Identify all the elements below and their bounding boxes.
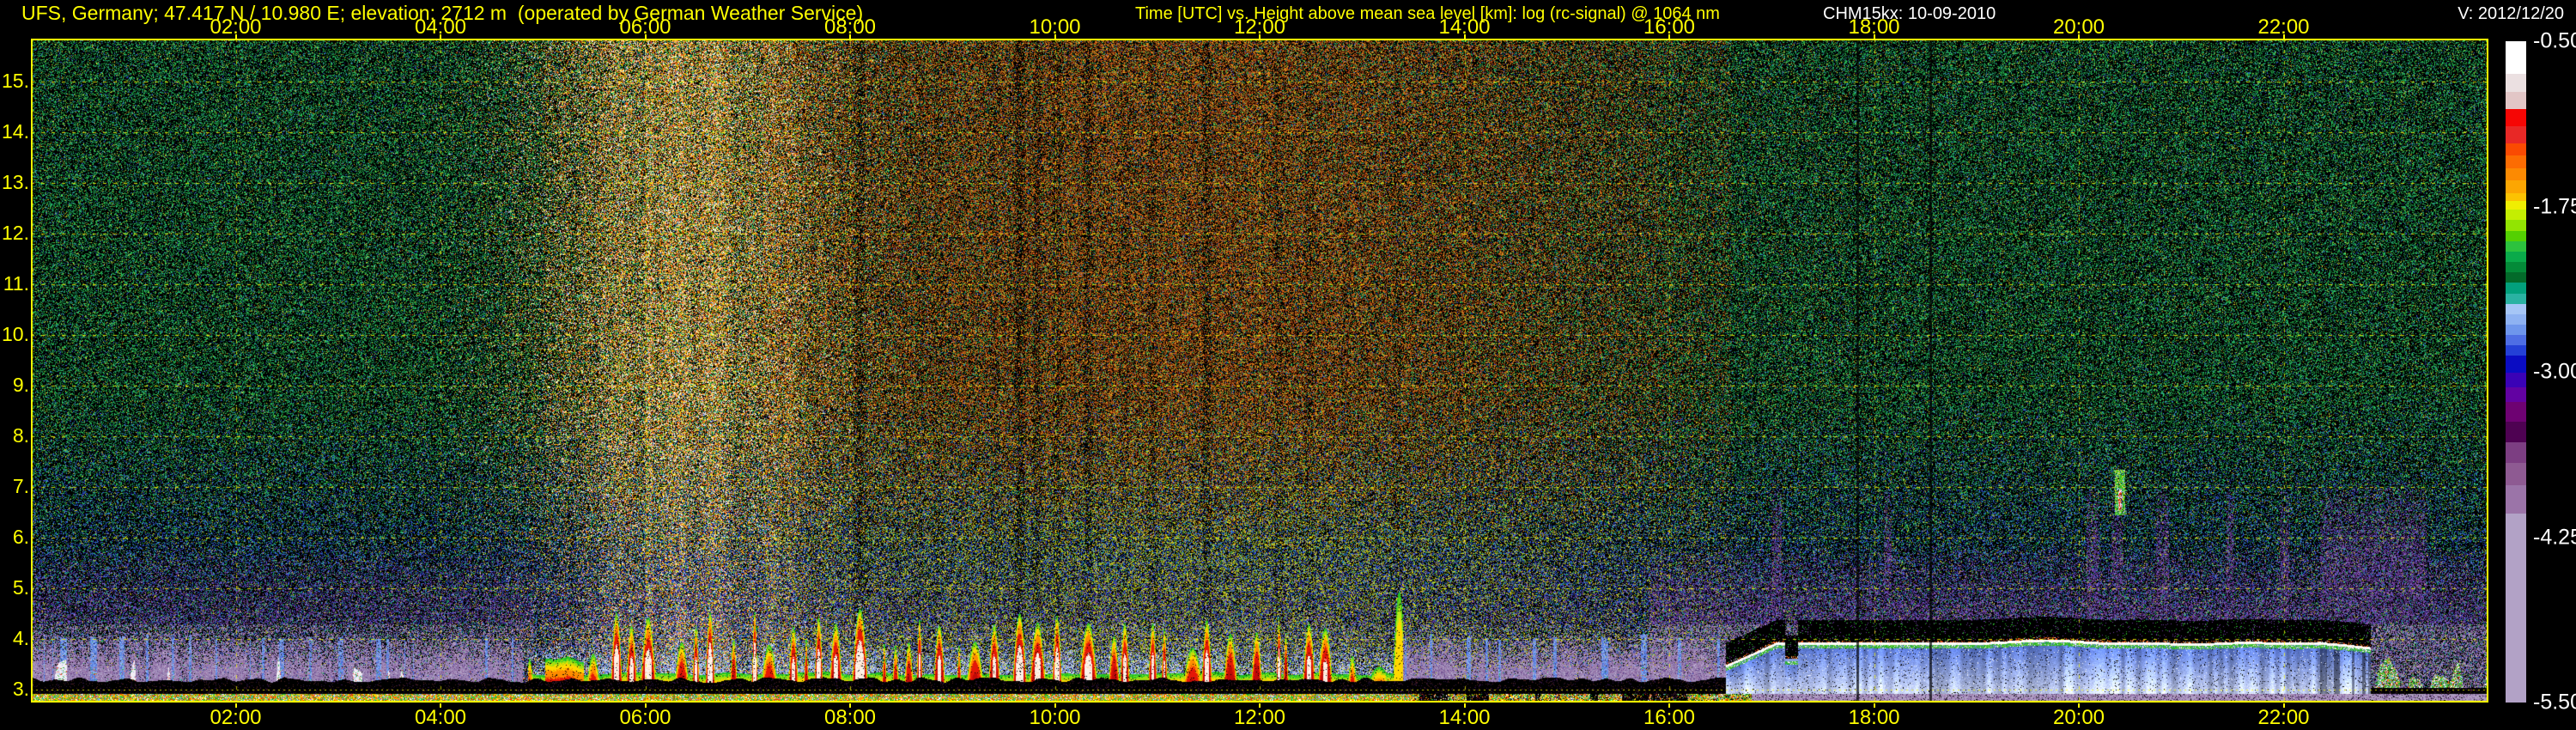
x-tick-mark — [1054, 703, 1056, 708]
x-tick-mark — [234, 34, 237, 39]
colorbar-segment — [2506, 167, 2526, 181]
y-tick-label: 12. — [2, 222, 29, 244]
colorbar-tick-label: -4.25 — [2533, 525, 2576, 549]
y-tick-label: 5. — [12, 576, 29, 599]
x-tick-label: 14:00 — [1438, 706, 1491, 729]
x-tick-mark — [2078, 703, 2080, 708]
y-tick-label: 6. — [12, 526, 29, 548]
colorbar-segment — [2506, 356, 2526, 374]
colorbar-segment — [2506, 262, 2526, 273]
colorbar-segment — [2506, 91, 2526, 109]
colorbar-segment — [2506, 283, 2526, 294]
colorbar-segment — [2506, 513, 2526, 703]
x-tick-mark — [2282, 34, 2285, 39]
x-tick-label: 16:00 — [1643, 706, 1696, 729]
colorbar-tick-label: -5.50 — [2533, 690, 2576, 715]
colorbar-segment — [2506, 313, 2526, 325]
y-tick-label: 8. — [12, 424, 29, 447]
x-tick-mark — [1463, 34, 1466, 39]
x-tick-mark — [644, 34, 647, 39]
colorbar-segment — [2506, 373, 2526, 388]
plot-title: Time [UTC] vs. Height above mean sea lev… — [1135, 4, 1720, 23]
x-tick-mark — [440, 703, 441, 708]
x-tick-mark — [234, 703, 237, 708]
x-tick-label: 08:00 — [823, 706, 877, 729]
y-tick-label: 3. — [12, 678, 29, 700]
y-tick-label: 11. — [3, 272, 29, 295]
y-tick-label: 14. — [2, 120, 29, 143]
colorbar-segment — [2506, 41, 2526, 75]
y-tick-label: 10. — [2, 323, 29, 345]
x-tick-mark — [440, 34, 441, 39]
x-tick-label: 22:00 — [2257, 706, 2310, 729]
colorbar-segment — [2506, 240, 2526, 252]
x-tick-mark — [1463, 703, 1466, 708]
colorbar-segment — [2506, 125, 2526, 143]
x-tick-mark — [1668, 703, 1670, 708]
x-tick-mark — [849, 34, 851, 39]
x-tick-label: 02:00 — [210, 706, 262, 729]
colorbar-segment — [2506, 180, 2526, 194]
colorbar-segment — [2506, 220, 2526, 231]
colorbar-segment — [2506, 74, 2526, 92]
colorbar-segment — [2506, 155, 2526, 168]
colorbar-segment — [2506, 335, 2526, 346]
colorbar-segment — [2506, 463, 2526, 486]
x-tick-label: 06:00 — [619, 706, 671, 729]
colorbar-segment — [2506, 402, 2526, 423]
y-tick-label: 4. — [12, 627, 29, 649]
colorbar-segment — [2506, 325, 2526, 336]
colorbar-segment — [2506, 422, 2526, 442]
colorbar-segment — [2506, 485, 2526, 514]
x-tick-mark — [849, 703, 851, 708]
y-tick-label: 13. — [2, 171, 29, 193]
x-tick-mark — [1259, 34, 1261, 39]
y-tick-label: 9. — [12, 374, 29, 396]
colorbar-segment — [2506, 272, 2526, 283]
x-tick-label: 18:00 — [1848, 706, 1900, 729]
colorbar-segment — [2506, 387, 2526, 403]
x-tick-mark — [2282, 703, 2285, 708]
x-tick-mark — [1873, 703, 1875, 708]
x-tick-label: 12:00 — [1233, 706, 1286, 729]
colorbar-tick-label: -3.00 — [2533, 359, 2576, 384]
x-tick-label: 20:00 — [2052, 706, 2105, 729]
colorbar — [2506, 41, 2526, 703]
colorbar-segment — [2506, 143, 2526, 156]
version-text: V: 2012/12/20 — [2458, 4, 2564, 23]
x-tick-mark — [644, 703, 647, 708]
x-tick-mark — [1259, 703, 1261, 708]
colorbar-segment — [2506, 345, 2526, 356]
colorbar-segment — [2506, 230, 2526, 241]
backscatter-heatmap-canvas — [31, 39, 2488, 703]
y-tick-label: 15. — [2, 70, 29, 92]
x-tick-label: 10:00 — [1029, 706, 1081, 729]
colorbar-segment — [2506, 193, 2526, 202]
x-tick-mark — [1054, 34, 1056, 39]
colorbar-segment — [2506, 441, 2526, 464]
colorbar-tick-label: -0.50 — [2533, 28, 2576, 53]
colorbar-segment — [2506, 303, 2526, 314]
x-tick-mark — [2078, 34, 2080, 39]
colorbar-tick-label: -1.75 — [2533, 194, 2576, 218]
ceilometer-quicklook-screen: UFS, Germany; 47.417 N / 10.980 E; eleva… — [0, 0, 2576, 730]
colorbar-segment — [2506, 201, 2526, 210]
x-tick-label: 04:00 — [414, 706, 467, 729]
colorbar-segment — [2506, 251, 2526, 263]
colorbar-segment — [2506, 293, 2526, 304]
colorbar-segment — [2506, 210, 2526, 221]
x-tick-mark — [1873, 34, 1875, 39]
y-tick-label: 7. — [12, 475, 29, 497]
colorbar-segment — [2506, 108, 2526, 126]
x-tick-mark — [1668, 34, 1670, 39]
